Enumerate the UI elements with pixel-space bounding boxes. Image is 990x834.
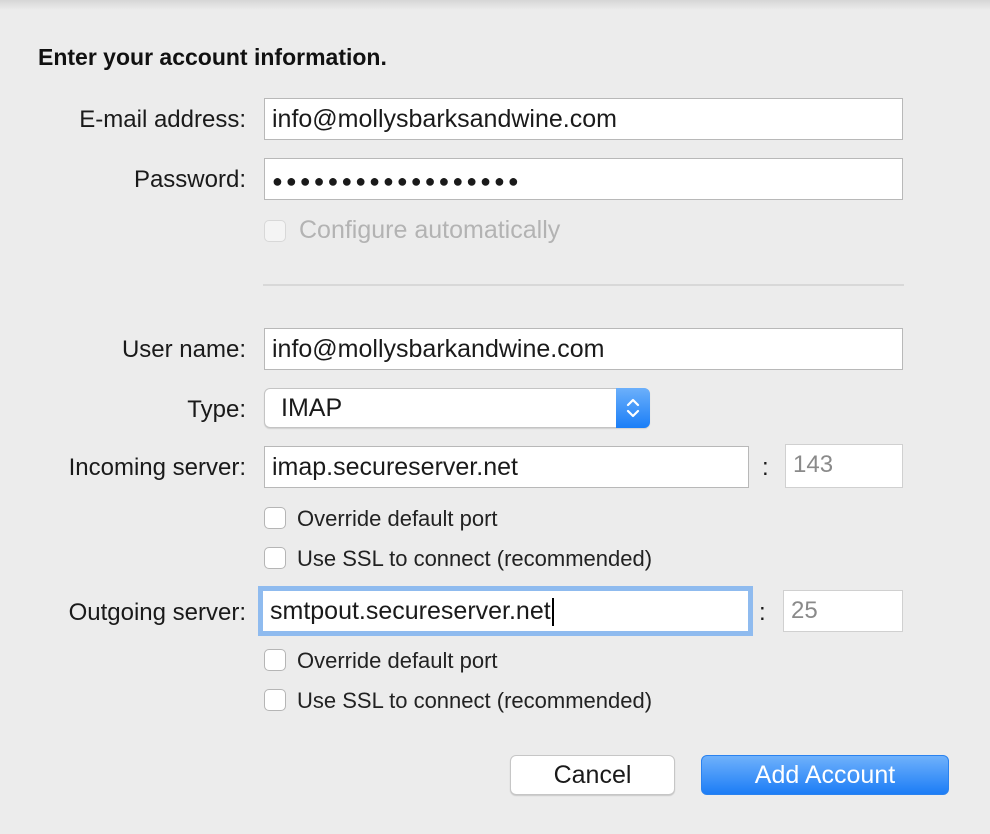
incoming-port-field[interactable]: 143 <box>785 444 903 488</box>
outgoing-server-label: Outgoing server: <box>68 599 246 626</box>
password-value: ●●●●●●●●●●●●●●●●●● <box>272 171 522 191</box>
outgoing-server-value: smtpout.secureserver.net <box>270 597 551 625</box>
username-value: info@mollysbarkandwine.com <box>272 335 605 363</box>
incoming-use-ssl-checkbox[interactable] <box>264 547 286 569</box>
account-type-value: IMAP <box>281 394 343 422</box>
outgoing-use-ssl-label: Use SSL to connect (recommended) <box>297 688 653 713</box>
incoming-port-value: 143 <box>793 451 834 478</box>
section-divider <box>263 284 904 286</box>
add-account-button[interactable]: Add Account <box>701 755 949 795</box>
type-label: Type: <box>187 396 246 423</box>
account-type-select[interactable]: IMAP <box>264 388 650 428</box>
outgoing-server-field[interactable]: smtpout.secureserver.net <box>262 590 749 632</box>
page-title: Enter your account information. <box>38 44 387 70</box>
configure-automatically-checkbox[interactable] <box>264 220 286 242</box>
username-field[interactable]: info@mollysbarkandwine.com <box>264 328 903 370</box>
incoming-use-ssl-label: Use SSL to connect (recommended) <box>297 546 653 571</box>
email-field[interactable]: info@mollysbarksandwine.com <box>264 98 903 140</box>
outgoing-port-field[interactable]: 25 <box>783 590 903 632</box>
incoming-server-field[interactable]: imap.secureserver.net <box>264 446 749 488</box>
text-caret <box>551 598 554 627</box>
incoming-override-port-checkbox[interactable] <box>264 507 286 529</box>
cancel-button[interactable]: Cancel <box>510 755 675 795</box>
password-label: Password: <box>133 166 246 193</box>
incoming-port-separator: : <box>762 454 769 481</box>
outgoing-use-ssl-checkbox[interactable] <box>264 689 286 711</box>
outgoing-override-port-checkbox[interactable] <box>264 649 286 671</box>
outgoing-port-separator: : <box>759 599 766 626</box>
outgoing-port-value: 25 <box>791 597 818 624</box>
email-value: info@mollysbarksandwine.com <box>272 105 617 133</box>
incoming-server-value: imap.secureserver.net <box>272 453 518 481</box>
outgoing-override-port-label: Override default port <box>297 648 498 673</box>
incoming-server-label: Incoming server: <box>68 454 246 481</box>
incoming-override-port-label: Override default port <box>297 506 498 531</box>
window-top-shadow <box>0 0 990 10</box>
email-label: E-mail address: <box>79 106 246 133</box>
configure-automatically-label: Configure automatically <box>299 216 561 244</box>
password-field[interactable]: ●●●●●●●●●●●●●●●●●● <box>264 158 903 200</box>
username-label: User name: <box>121 336 246 363</box>
chevron-up-down-icon[interactable] <box>616 388 650 428</box>
